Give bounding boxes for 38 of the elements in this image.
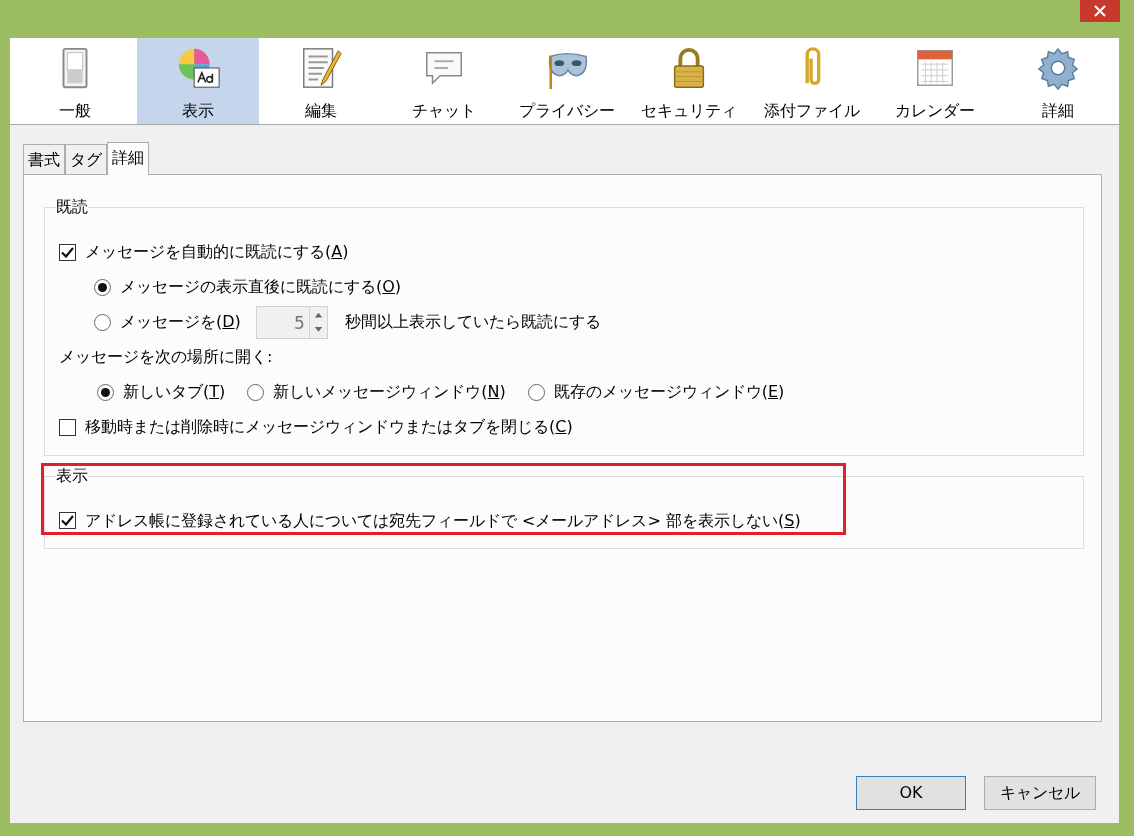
option-label: アドレス帳に登録されている人については宛先フィールドで <メールアドレス> 部を表示しない(S) <box>85 509 801 532</box>
toolbar-tab[interactable]: 詳細 <box>997 38 1119 124</box>
checkbox[interactable] <box>59 512 76 529</box>
toolbar-tab[interactable]: カレンダー <box>874 38 997 124</box>
tab[interactable]: 書式 <box>23 144 65 174</box>
radio-button[interactable] <box>247 383 265 401</box>
toolbar-tab[interactable]: 表示 <box>136 38 259 124</box>
option-label: 新しいメッセージウィンドウ(N) <box>273 381 506 403</box>
group-title: 既読 <box>56 197 88 217</box>
close-button[interactable] <box>1080 0 1120 22</box>
option-label: 移動時または削除時にメッセージウィンドウまたはタブを閉じる(C) <box>85 416 573 438</box>
toolbar-tab[interactable]: 添付ファイル <box>751 38 874 124</box>
radio-button[interactable] <box>94 313 111 331</box>
field-label: メッセージを次の場所に開く: <box>59 346 273 368</box>
check-icon <box>61 515 74 526</box>
ok-button[interactable]: OK <box>856 776 966 810</box>
tab[interactable]: タグ <box>65 144 107 174</box>
cancel-button[interactable]: キャンセル <box>984 776 1096 810</box>
checkbox[interactable] <box>59 243 76 261</box>
check-icon <box>61 246 74 258</box>
option-label: メッセージの表示直後に既読にする(O) <box>120 276 402 298</box>
close-icon <box>1093 5 1107 17</box>
radio-button[interactable] <box>97 383 114 401</box>
toolbar-tab[interactable]: チャット <box>382 38 505 124</box>
option-label: メッセージを(D) <box>120 311 241 333</box>
radio-button[interactable] <box>527 383 545 401</box>
tab[interactable]: 詳細 <box>107 142 149 175</box>
option-label: 新しいタブ(T) <box>123 381 226 403</box>
toolbar-tab[interactable]: 編集 <box>259 38 382 124</box>
toolbar-tab[interactable]: 一般 <box>14 38 136 124</box>
toolbar-tab[interactable]: セキュリティ <box>628 38 751 124</box>
option-label: 既存のメッセージウィンドウ(E) <box>553 381 785 403</box>
checkbox[interactable] <box>59 418 76 436</box>
radio-button[interactable] <box>94 278 111 296</box>
option-text: 秒間以上表示していたら既読にする <box>344 311 601 333</box>
toolbar-tab[interactable]: プライバシー <box>505 38 628 124</box>
option-label: メッセージを自動的に既読にする(A) <box>85 241 349 263</box>
group-title: 表示 <box>56 465 88 486</box>
